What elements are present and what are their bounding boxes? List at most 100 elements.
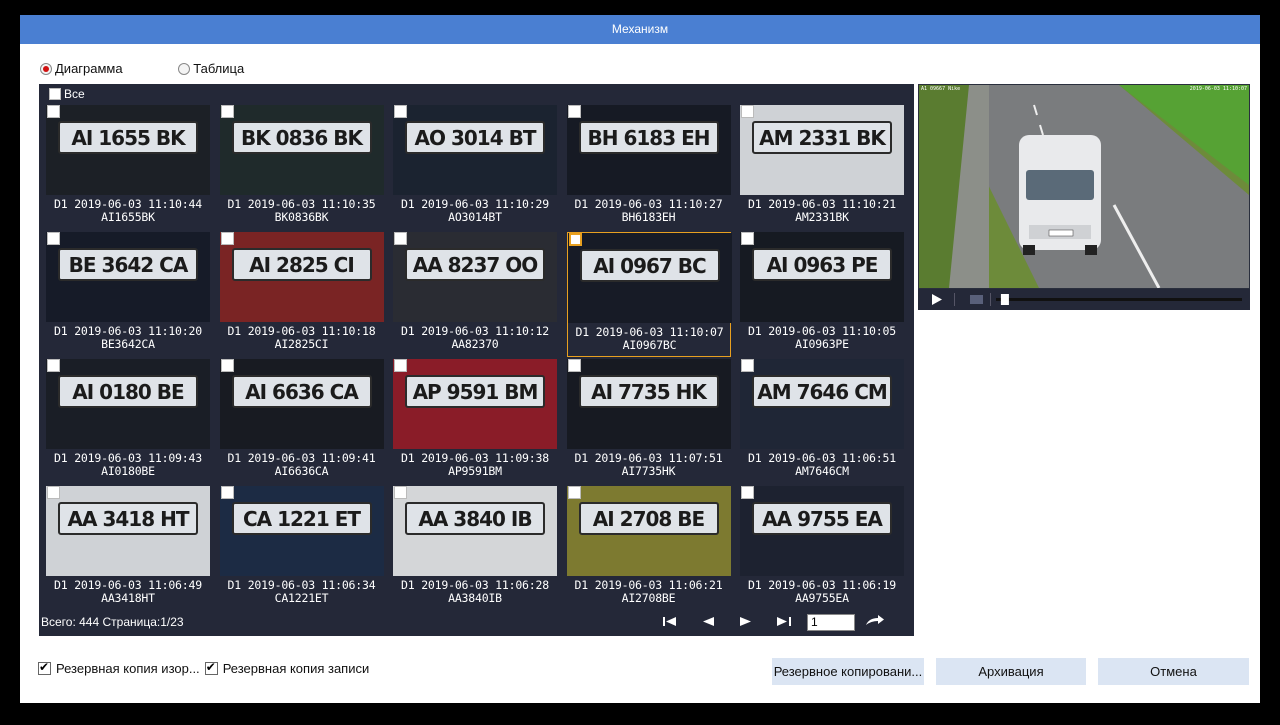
plate-number-image: AA 8237 OO	[405, 248, 545, 281]
plate-thumbnail[interactable]: AI 6636 CA D1 2019-06-03 11:09:41 AI6636CA	[219, 359, 384, 484]
select-all[interactable]: Все	[49, 87, 85, 101]
tile-checkbox[interactable]	[47, 232, 60, 245]
plate-thumbnail[interactable]: BH 6183 EH D1 2019-06-03 11:10:27 BH6183EH	[566, 105, 731, 230]
archive-button[interactable]: Архивация	[936, 658, 1086, 685]
select-all-label: Все	[64, 87, 85, 101]
tile-checkbox[interactable]	[394, 232, 407, 245]
plate-thumbnail[interactable]: AI 2708 BE D1 2019-06-03 11:06:21 AI2708BE	[566, 486, 731, 611]
plate-number-image: AA 3418 HT	[58, 502, 198, 535]
tile-checkbox[interactable]	[220, 359, 234, 372]
plate-thumbnail[interactable]: AI 1655 BK D1 2019-06-03 11:10:44 AI1655BK	[46, 105, 210, 230]
plate-image: AI 7735 HK	[566, 359, 731, 449]
tile-checkbox[interactable]	[567, 359, 581, 372]
tile-caption: D1 2019-06-03 11:07:51 AI7735HK	[567, 452, 731, 478]
plate-image: AA 9755 EA	[740, 486, 904, 576]
progress-knob[interactable]	[1000, 294, 1009, 305]
radio-empty-icon	[178, 62, 191, 75]
go-arrow-icon	[866, 615, 884, 625]
tile-checkbox[interactable]	[741, 486, 754, 499]
plate-image: AI 6636 CA	[219, 359, 384, 449]
next-page-button[interactable]	[727, 615, 765, 630]
view-mode-chart-label: Диаграмма	[55, 61, 123, 76]
plate-number-image: AA 9755 EA	[752, 502, 892, 535]
tile-plate-text: BE3642CA	[101, 337, 155, 351]
tile-checkbox[interactable]	[47, 359, 60, 372]
tile-checkbox[interactable]	[47, 486, 60, 499]
play-icon[interactable]	[932, 294, 942, 305]
cancel-button[interactable]: Отмена	[1098, 658, 1249, 685]
video-control-bar	[932, 293, 1242, 306]
prev-page-button[interactable]	[689, 615, 727, 630]
go-to-page-button[interactable]	[855, 613, 895, 631]
plate-thumbnail[interactable]: BE 3642 CA D1 2019-06-03 11:10:20 BE3642CA	[46, 232, 210, 357]
tile-checkbox[interactable]	[741, 232, 754, 245]
plate-thumbnail[interactable]: AI 0963 PE D1 2019-06-03 11:10:05 AI0963PE	[740, 232, 904, 357]
tile-plate-text: CA1221ET	[274, 591, 329, 605]
plate-thumbnail[interactable]: AI 0180 BE D1 2019-06-03 11:09:43 AI0180BE	[46, 359, 210, 484]
view-mode-group: Диаграмма Таблица	[40, 61, 296, 78]
tile-caption: D1 2019-06-03 11:10:12 AA82370	[393, 325, 557, 351]
tile-caption: D1 2019-06-03 11:10:21 AM2331BK	[740, 198, 904, 224]
tile-plate-text: AA3418HT	[101, 591, 155, 605]
tile-checkbox[interactable]	[220, 232, 234, 245]
tile-plate-text: AI2708BE	[621, 591, 676, 605]
tile-plate-text: AI0180BE	[101, 464, 155, 478]
last-page-icon	[777, 616, 791, 626]
plate-thumbnail[interactable]: AP 9591 BM D1 2019-06-03 11:09:38 AP9591BM	[393, 359, 557, 484]
road-scene-image	[919, 85, 1249, 288]
plate-number-image: AI 1655 BK	[58, 121, 198, 154]
tile-checkbox[interactable]	[47, 105, 60, 118]
view-mode-chart-radio[interactable]: Диаграмма	[40, 61, 123, 76]
tile-caption: D1 2019-06-03 11:06:19 AA9755EA	[740, 579, 904, 605]
page-number-input[interactable]	[807, 613, 855, 631]
tile-checkbox[interactable]	[220, 486, 234, 499]
plate-number-image: AI 2708 BE	[578, 502, 719, 535]
backup-record-checkbox[interactable]: Резервная копия записи	[204, 660, 369, 676]
tile-plate-text: AA9755EA	[795, 591, 849, 605]
plate-thumbnail[interactable]: AO 3014 BT D1 2019-06-03 11:10:29 AO3014BT	[393, 105, 557, 230]
tile-plate-text: AI6636CA	[274, 464, 329, 478]
plate-thumbnail[interactable]: AM 2331 BK D1 2019-06-03 11:10:21 AM2331BK	[740, 105, 904, 230]
backup-image-label: Резервная копия изор...	[56, 661, 200, 676]
tile-checkbox[interactable]	[567, 105, 581, 118]
plate-image: AI 0967 BC	[567, 233, 732, 323]
last-page-button[interactable]	[765, 615, 803, 630]
tile-checkbox[interactable]	[394, 359, 407, 372]
plate-image: AP 9591 BM	[393, 359, 557, 449]
select-all-checkbox[interactable]	[49, 88, 61, 100]
tile-checkbox[interactable]	[220, 105, 234, 118]
tile-checkbox[interactable]	[741, 359, 754, 372]
plate-thumbnail[interactable]: BK 0836 BK D1 2019-06-03 11:10:35 BK0836BK	[219, 105, 384, 230]
plate-thumbnail[interactable]: AI 2825 CI D1 2019-06-03 11:10:18 AI2825CI	[219, 232, 384, 357]
video-controls	[918, 289, 1250, 310]
plate-thumbnail[interactable]: AA 8237 OO D1 2019-06-03 11:10:12 AA82370	[393, 232, 557, 357]
backup-image-checkbox[interactable]: Резервная копия изор...	[38, 660, 200, 676]
tile-caption: D1 2019-06-03 11:10:29 AO3014BT	[393, 198, 557, 224]
plate-thumbnail[interactable]: AI 7735 HK D1 2019-06-03 11:07:51 AI7735HK	[566, 359, 731, 484]
plate-number-image: AA 3840 IB	[405, 502, 545, 535]
tile-caption: D1 2019-06-03 11:06:21 AI2708BE	[567, 579, 731, 605]
plate-number-image: AM 7646 CM	[752, 375, 892, 408]
tile-checkbox[interactable]	[568, 233, 582, 246]
tile-checkbox[interactable]	[741, 105, 754, 118]
view-mode-table-radio[interactable]: Таблица	[178, 61, 244, 76]
plate-thumbnail[interactable]: AA 9755 EA D1 2019-06-03 11:06:19 AA9755EA	[740, 486, 904, 611]
first-page-button[interactable]	[651, 615, 689, 630]
tile-plate-text: AA82370	[451, 337, 499, 351]
plate-number-image: AI 7735 HK	[578, 375, 719, 408]
stop-icon[interactable]	[970, 295, 983, 304]
plate-thumbnail[interactable]: AA 3840 IB D1 2019-06-03 11:06:28 AA3840IB	[393, 486, 557, 611]
tile-plate-text: BH6183EH	[621, 210, 676, 224]
tile-caption: D1 2019-06-03 11:06:28 AA3840IB	[393, 579, 557, 605]
plate-thumbnail[interactable]: AI 0967 BC D1 2019-06-03 11:10:07 AI0967BC	[566, 232, 732, 357]
tile-checkbox[interactable]	[394, 486, 407, 499]
plate-thumbnail[interactable]: CA 1221 ET D1 2019-06-03 11:06:34 CA1221ET	[219, 486, 384, 611]
tile-checkbox[interactable]	[394, 105, 407, 118]
tile-checkbox[interactable]	[567, 486, 581, 499]
progress-track[interactable]	[996, 298, 1242, 301]
plate-image: CA 1221 ET	[219, 486, 384, 576]
plate-thumbnail[interactable]: AM 7646 CM D1 2019-06-03 11:06:51 AM7646CM	[740, 359, 904, 484]
plate-thumbnail[interactable]: AA 3418 HT D1 2019-06-03 11:06:49 AA3418HT	[46, 486, 210, 611]
plate-number-image: AI 6636 CA	[231, 375, 372, 408]
backup-button[interactable]: Резервное копировани...	[772, 658, 924, 685]
